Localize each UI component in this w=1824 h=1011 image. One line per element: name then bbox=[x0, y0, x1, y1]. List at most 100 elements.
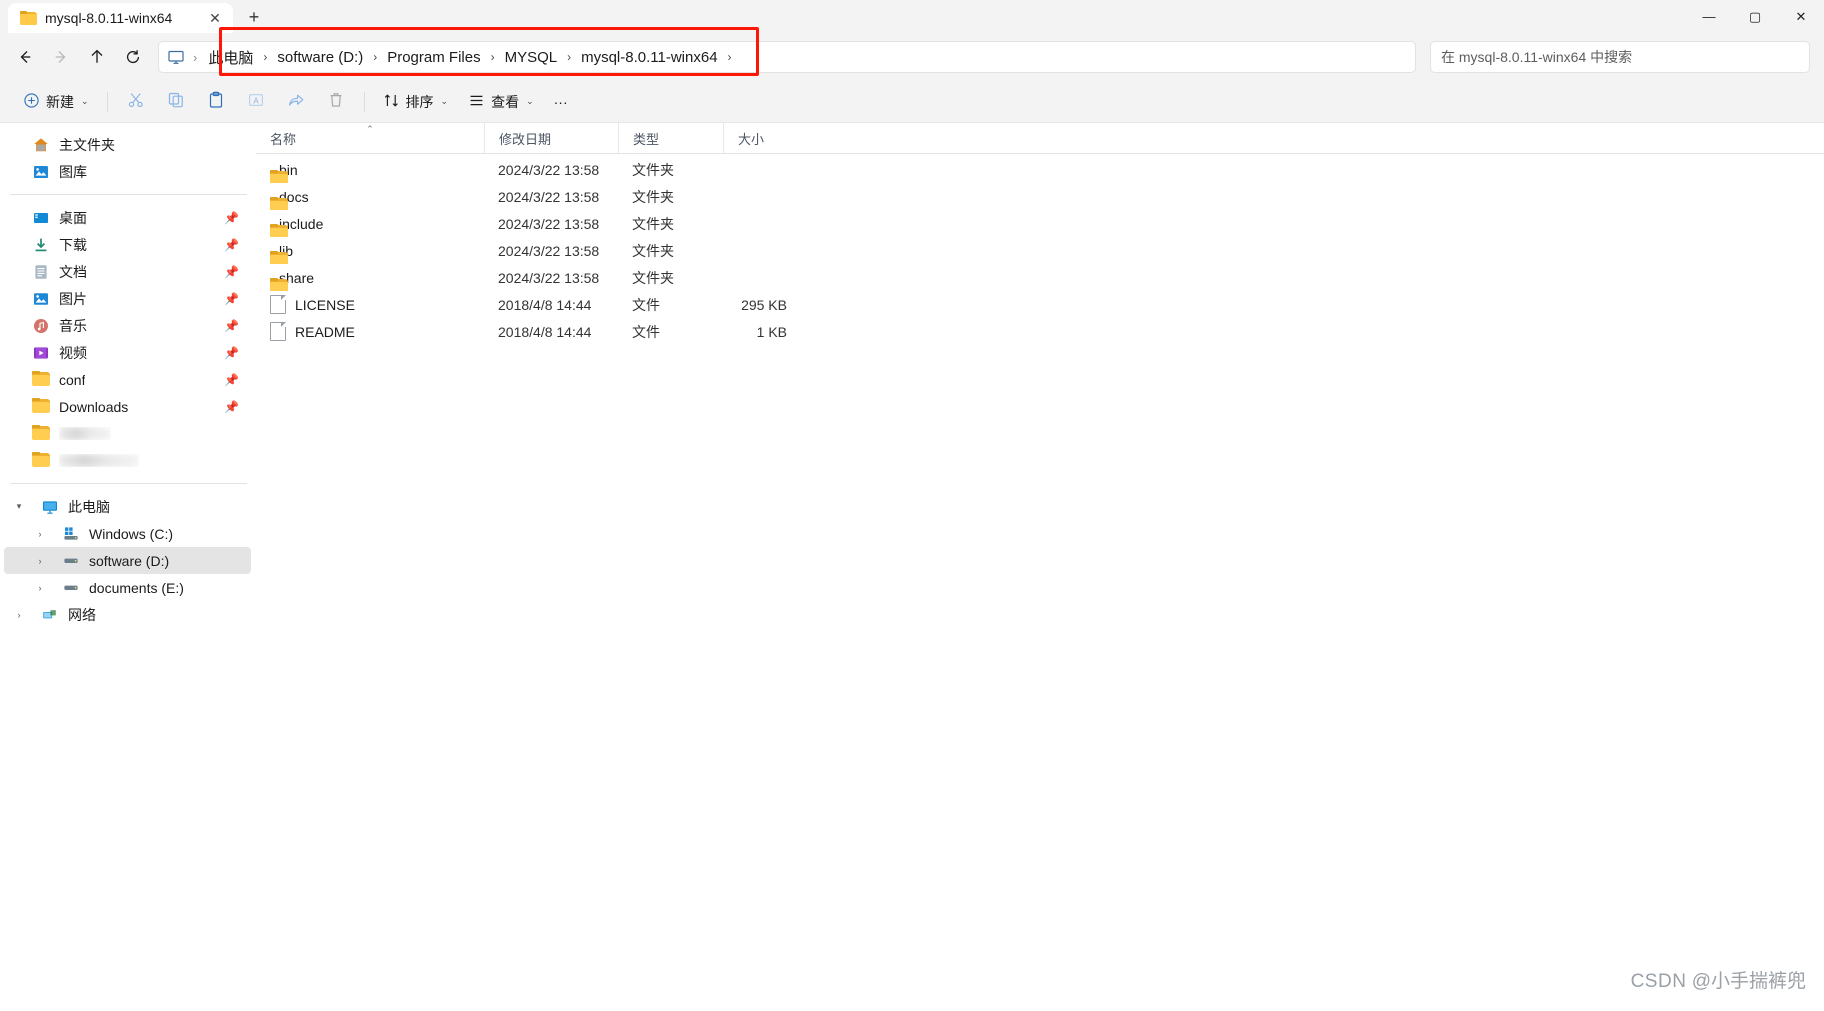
sidebar-item-documents-e[interactable]: › documents (E:) bbox=[4, 574, 251, 601]
chevron-down-icon: ⌄ bbox=[440, 96, 449, 106]
search-input[interactable]: 在 mysql-8.0.11-winx64 中搜索 bbox=[1430, 41, 1810, 73]
documents-icon bbox=[32, 263, 50, 281]
sort-button[interactable]: 排序 ⌄ bbox=[374, 86, 458, 118]
table-row[interactable]: lib 2024/3/22 13:58 文件夹 bbox=[256, 237, 1824, 264]
file-type: 文件夹 bbox=[632, 188, 674, 205]
downloads-icon bbox=[32, 236, 50, 254]
folder-icon bbox=[32, 370, 50, 389]
sidebar-item-gallery[interactable]: 图库 bbox=[4, 158, 251, 185]
column-header-label: 修改日期 bbox=[499, 131, 552, 147]
table-row[interactable]: include 2024/3/22 13:58 文件夹 bbox=[256, 210, 1824, 237]
sidebar-item-documents[interactable]: 文档 📌 bbox=[4, 258, 251, 285]
file-size: 1 KB bbox=[756, 323, 787, 340]
sidebar-item-windows-c[interactable]: › Windows (C:) bbox=[4, 520, 251, 547]
sidebar-item-conf[interactable]: conf 📌 bbox=[4, 366, 251, 393]
file-name-cell: lib bbox=[256, 237, 484, 264]
more-options-button[interactable]: ··· bbox=[545, 86, 577, 118]
pin-icon[interactable]: 📌 bbox=[224, 400, 239, 414]
column-header-size[interactable]: 大小 bbox=[723, 123, 795, 153]
chevron-down-icon[interactable]: ▾ bbox=[11, 499, 27, 515]
pin-icon[interactable]: 📌 bbox=[224, 346, 239, 360]
sidebar-item-videos[interactable]: 视频 📌 bbox=[4, 339, 251, 366]
file-type: 文件夹 bbox=[632, 269, 674, 286]
refresh-icon[interactable] bbox=[116, 40, 150, 74]
paste-button[interactable] bbox=[197, 86, 235, 118]
sidebar-item-home[interactable]: 主文件夹 bbox=[4, 131, 251, 158]
sidebar-item-downloads[interactable]: 下载 📌 bbox=[4, 231, 251, 258]
sidebar-item-label: 音乐 bbox=[59, 317, 87, 334]
sort-button-label: 排序 bbox=[405, 93, 434, 110]
pin-icon[interactable]: 📌 bbox=[224, 319, 239, 333]
sidebar-item-network[interactable]: › 网络 bbox=[4, 601, 251, 628]
new-tab-button[interactable]: + bbox=[239, 2, 269, 32]
close-tab-icon[interactable]: ✕ bbox=[203, 6, 227, 30]
pin-icon[interactable]: 📌 bbox=[224, 211, 239, 225]
pin-icon[interactable]: 📌 bbox=[224, 238, 239, 252]
breadcrumb-separator-4[interactable]: › bbox=[727, 44, 733, 70]
breadcrumb-separator-2[interactable]: › bbox=[490, 44, 496, 70]
table-row[interactable]: bin 2024/3/22 13:58 文件夹 bbox=[256, 156, 1824, 183]
minimize-icon[interactable]: — bbox=[1686, 0, 1732, 33]
rename-button[interactable]: A bbox=[237, 86, 275, 118]
rename-icon: A bbox=[247, 91, 265, 113]
table-row[interactable]: README 2018/4/8 14:44 文件 1 KB bbox=[256, 318, 1824, 345]
this-pc-icon bbox=[161, 42, 191, 72]
breadcrumb-item-3[interactable]: MYSQL bbox=[496, 44, 567, 70]
file-date: 2024/3/22 13:58 bbox=[498, 242, 600, 259]
table-row[interactable]: docs 2024/3/22 13:58 文件夹 bbox=[256, 183, 1824, 210]
pin-icon[interactable]: 📌 bbox=[224, 292, 239, 306]
new-button-label: 新建 bbox=[46, 93, 74, 110]
drive-icon bbox=[62, 579, 80, 597]
sidebar-item-software-d[interactable]: › software (D:) bbox=[4, 547, 251, 574]
tab-title: mysql-8.0.11-winx64 bbox=[45, 10, 173, 26]
breadcrumb: 此电脑 › software (D:) › Program Files › MY… bbox=[199, 42, 732, 72]
pin-icon[interactable]: 📌 bbox=[224, 373, 239, 387]
sidebar-item-music[interactable]: 音乐 📌 bbox=[4, 312, 251, 339]
address-bar[interactable]: › 此电脑 › software (D:) › Program Files › … bbox=[158, 41, 1416, 73]
cut-button[interactable] bbox=[117, 86, 155, 118]
chevron-right-icon[interactable]: › bbox=[11, 607, 27, 623]
sort-arrows-icon bbox=[383, 92, 400, 112]
breadcrumb-item-0[interactable]: 此电脑 bbox=[199, 44, 262, 70]
file-date: 2024/3/22 13:58 bbox=[498, 188, 600, 205]
file-date: 2024/3/22 13:58 bbox=[498, 215, 600, 232]
breadcrumb-item-2[interactable]: Program Files bbox=[378, 44, 489, 70]
column-header-date[interactable]: 修改日期 bbox=[484, 123, 618, 153]
maximize-icon[interactable]: ▢ bbox=[1732, 0, 1778, 33]
view-list-icon bbox=[468, 92, 485, 112]
pin-icon[interactable]: 📌 bbox=[224, 265, 239, 279]
view-button[interactable]: 查看 ⌄ bbox=[459, 86, 543, 118]
sidebar-item-label: conf bbox=[59, 371, 86, 388]
sidebar-item-this-pc[interactable]: ▾ 此电脑 bbox=[4, 493, 251, 520]
breadcrumb-item-1[interactable]: software (D:) bbox=[268, 44, 372, 70]
delete-button[interactable] bbox=[317, 86, 355, 118]
up-icon[interactable] bbox=[80, 40, 114, 74]
file-size bbox=[723, 264, 795, 291]
table-row[interactable]: LICENSE 2018/4/8 14:44 文件 295 KB bbox=[256, 291, 1824, 318]
chevron-right-icon[interactable]: › bbox=[32, 580, 48, 596]
browser-tab-mysql[interactable]: mysql-8.0.11-winx64 ✕ bbox=[8, 3, 233, 33]
sidebar-item-label: documents (E:) bbox=[89, 579, 184, 596]
new-button[interactable]: 新建 ⌄ bbox=[14, 86, 98, 118]
sidebar-item-redacted-2[interactable] bbox=[4, 447, 251, 474]
sort-ascending-icon: ⌃ bbox=[366, 124, 374, 134]
sidebar-item-desktop[interactable]: 桌面 📌 bbox=[4, 204, 251, 231]
table-row[interactable]: share 2024/3/22 13:58 文件夹 bbox=[256, 264, 1824, 291]
sidebar-item-downloads-folder[interactable]: Downloads 📌 bbox=[4, 393, 251, 420]
file-size: 295 KB bbox=[741, 296, 787, 313]
copy-button[interactable] bbox=[157, 86, 195, 118]
file-name-cell: LICENSE bbox=[256, 291, 484, 318]
chevron-right-icon[interactable]: › bbox=[32, 526, 48, 542]
windows-drive-icon bbox=[62, 525, 80, 543]
share-button[interactable] bbox=[277, 86, 315, 118]
close-window-icon[interactable]: ✕ bbox=[1778, 0, 1824, 33]
chevron-right-icon[interactable]: › bbox=[32, 553, 48, 569]
breadcrumb-item-4[interactable]: mysql-8.0.11-winx64 bbox=[572, 44, 726, 70]
sidebar-divider-2 bbox=[10, 483, 247, 484]
column-header-type[interactable]: 类型 bbox=[618, 123, 723, 153]
sidebar-item-pictures[interactable]: 图片 📌 bbox=[4, 285, 251, 312]
back-icon[interactable] bbox=[8, 40, 42, 74]
column-header-name[interactable]: ⌃ 名称 bbox=[256, 123, 484, 153]
file-size bbox=[723, 156, 795, 183]
sidebar-item-redacted-1[interactable] bbox=[4, 420, 251, 447]
